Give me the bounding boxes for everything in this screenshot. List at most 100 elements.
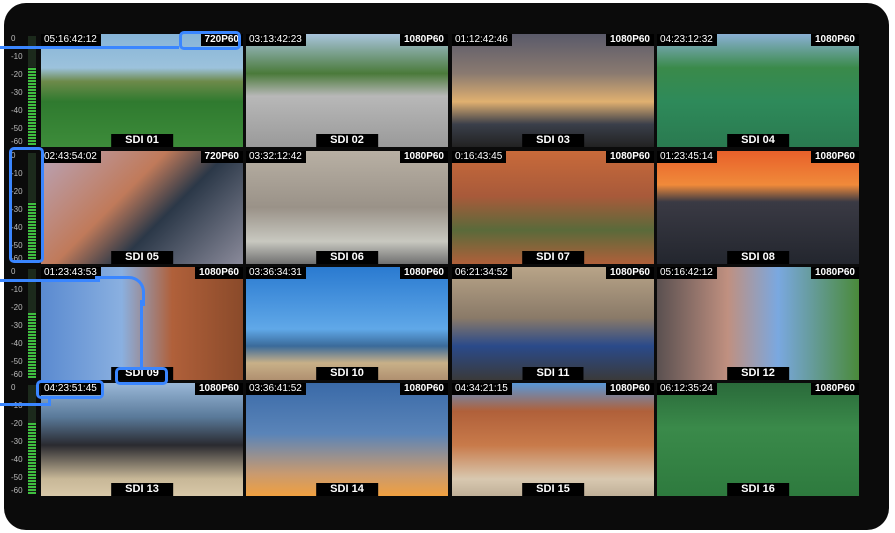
scale-label: -40 [11, 455, 23, 464]
video-tile-sdi-12[interactable]: 05:16:42:12 1080P60 SDI 12 [657, 267, 859, 380]
label-callout-line [0, 279, 100, 282]
video-tile-sdi-01[interactable]: 05:16:42:12 720P60 SDI 01 [41, 34, 243, 147]
video-tile-sdi-13[interactable]: 04:23:51:45 1080P60 SDI 13 [41, 383, 243, 496]
video-thumbnail [41, 34, 243, 147]
timecode: 04:23:12:32 [657, 34, 717, 46]
label-callout-highlight [115, 367, 168, 385]
video-tile-sdi-06[interactable]: 03:32:12:42 1080P60 SDI 06 [246, 151, 448, 264]
format-badge: 720P60 [200, 151, 243, 163]
scale-label: -10 [11, 52, 23, 61]
source-label: SDI 06 [316, 251, 378, 264]
timecode-callout-line [0, 403, 50, 406]
video-tile-sdi-11[interactable]: 06:21:34:52 1080P60 SDI 11 [452, 267, 654, 380]
format-callout-highlight [179, 31, 241, 50]
video-thumbnail [41, 151, 243, 264]
scale-label: 0 [11, 267, 16, 276]
video-thumbnail [452, 34, 654, 147]
video-tile-sdi-02[interactable]: 03:13:42:23 1080P60 SDI 02 [246, 34, 448, 147]
format-badge: 1080P60 [605, 151, 654, 163]
label-callout-line-vertical [140, 300, 143, 367]
video-tile-sdi-14[interactable]: 03:36:41:52 1080P60 SDI 14 [246, 383, 448, 496]
timecode: 06:12:35:24 [657, 383, 717, 395]
scale-label: -30 [11, 437, 23, 446]
scale-label: -50 [11, 357, 23, 366]
source-label: SDI 10 [316, 367, 378, 380]
source-label: SDI 12 [727, 367, 789, 380]
source-label: SDI 15 [522, 483, 584, 496]
level-bar [28, 269, 36, 378]
video-thumbnail [452, 151, 654, 264]
format-badge: 1080P60 [399, 267, 448, 279]
source-label: SDI 14 [316, 483, 378, 496]
scale-label: -60 [11, 137, 23, 146]
format-badge: 1080P60 [605, 34, 654, 46]
video-tile-sdi-03[interactable]: 01:12:42:46 1080P60 SDI 03 [452, 34, 654, 147]
format-badge: 1080P60 [399, 151, 448, 163]
scale-label: -20 [11, 419, 23, 428]
video-thumbnail [246, 34, 448, 147]
level-bar [28, 36, 36, 145]
audio-meter-callout-highlight [9, 147, 44, 263]
timecode: 01:23:45:14 [657, 151, 717, 163]
format-badge: 1080P60 [194, 267, 243, 279]
timecode: 05:16:42:12 [657, 267, 717, 279]
timecode: 05:16:42:12 [41, 34, 101, 46]
video-thumbnail [41, 383, 243, 496]
format-badge: 1080P60 [399, 383, 448, 395]
scale-label: -50 [11, 124, 23, 133]
scale-label: -40 [11, 106, 23, 115]
video-thumbnail [246, 383, 448, 496]
timecode: 0:16:43:45 [452, 151, 507, 163]
video-thumbnail [657, 383, 859, 496]
timecode: 01:23:43:53 [41, 267, 101, 279]
video-tile-sdi-16[interactable]: 06:12:35:24 1080P60 SDI 16 [657, 383, 859, 496]
scale-label: -20 [11, 303, 23, 312]
source-label: SDI 08 [727, 251, 789, 264]
scale-label: -50 [11, 473, 23, 482]
meter-scale: 0 -10 -20 -30 -40 -50 -60 [9, 267, 25, 380]
video-thumbnail [246, 151, 448, 264]
timecode: 03:36:34:31 [246, 267, 306, 279]
video-thumbnail [657, 34, 859, 147]
video-tile-sdi-15[interactable]: 04:34:21:15 1080P60 SDI 15 [452, 383, 654, 496]
source-label: SDI 01 [111, 134, 173, 147]
format-badge: 1080P60 [810, 383, 859, 395]
format-badge: 1080P60 [810, 267, 859, 279]
timecode: 03:32:12:42 [246, 151, 306, 163]
meter-scale: 0 -10 -20 -30 -40 -50 -60 [9, 383, 25, 496]
timecode: 04:34:21:15 [452, 383, 512, 395]
scale-label: -40 [11, 339, 23, 348]
label-callout-corner [95, 276, 145, 306]
source-label: SDI 05 [111, 251, 173, 264]
timecode: 01:12:42:46 [452, 34, 512, 46]
timecode-callout-highlight [36, 380, 104, 399]
scale-label: -10 [11, 285, 23, 294]
video-thumbnail [452, 383, 654, 496]
format-badge: 1080P60 [399, 34, 448, 46]
timecode: 03:13:42:23 [246, 34, 306, 46]
source-label: SDI 07 [522, 251, 584, 264]
video-tile-sdi-04[interactable]: 04:23:12:32 1080P60 SDI 04 [657, 34, 859, 147]
video-tile-sdi-05[interactable]: 02:43:54:02 720P60 SDI 05 [41, 151, 243, 264]
scale-label: -60 [11, 370, 23, 379]
timecode: 03:36:41:52 [246, 383, 306, 395]
audio-meter-row-1: 0 -10 -20 -30 -40 -50 -60 [9, 34, 39, 147]
video-tile-sdi-08[interactable]: 01:23:45:14 1080P60 SDI 08 [657, 151, 859, 264]
timecode-callout-line-vertical [48, 396, 51, 406]
format-callout-line [0, 46, 179, 49]
format-badge: 1080P60 [605, 267, 654, 279]
scale-label: 0 [11, 383, 16, 392]
meter-scale: 0 -10 -20 -30 -40 -50 -60 [9, 34, 25, 147]
timecode: 06:21:34:52 [452, 267, 512, 279]
video-thumbnail [657, 267, 859, 380]
source-label: SDI 13 [111, 483, 173, 496]
format-badge: 1080P60 [810, 151, 859, 163]
source-label: SDI 04 [727, 134, 789, 147]
audio-meter-row-4: 0 -10 -20 -30 -40 -50 -60 [9, 383, 39, 496]
video-tile-sdi-10[interactable]: 03:36:34:31 1080P60 SDI 10 [246, 267, 448, 380]
video-thumbnail [452, 267, 654, 380]
video-tile-sdi-07[interactable]: 0:16:43:45 1080P60 SDI 07 [452, 151, 654, 264]
scale-label: -30 [11, 321, 23, 330]
scale-label: 0 [11, 34, 16, 43]
timecode: 02:43:54:02 [41, 151, 101, 163]
